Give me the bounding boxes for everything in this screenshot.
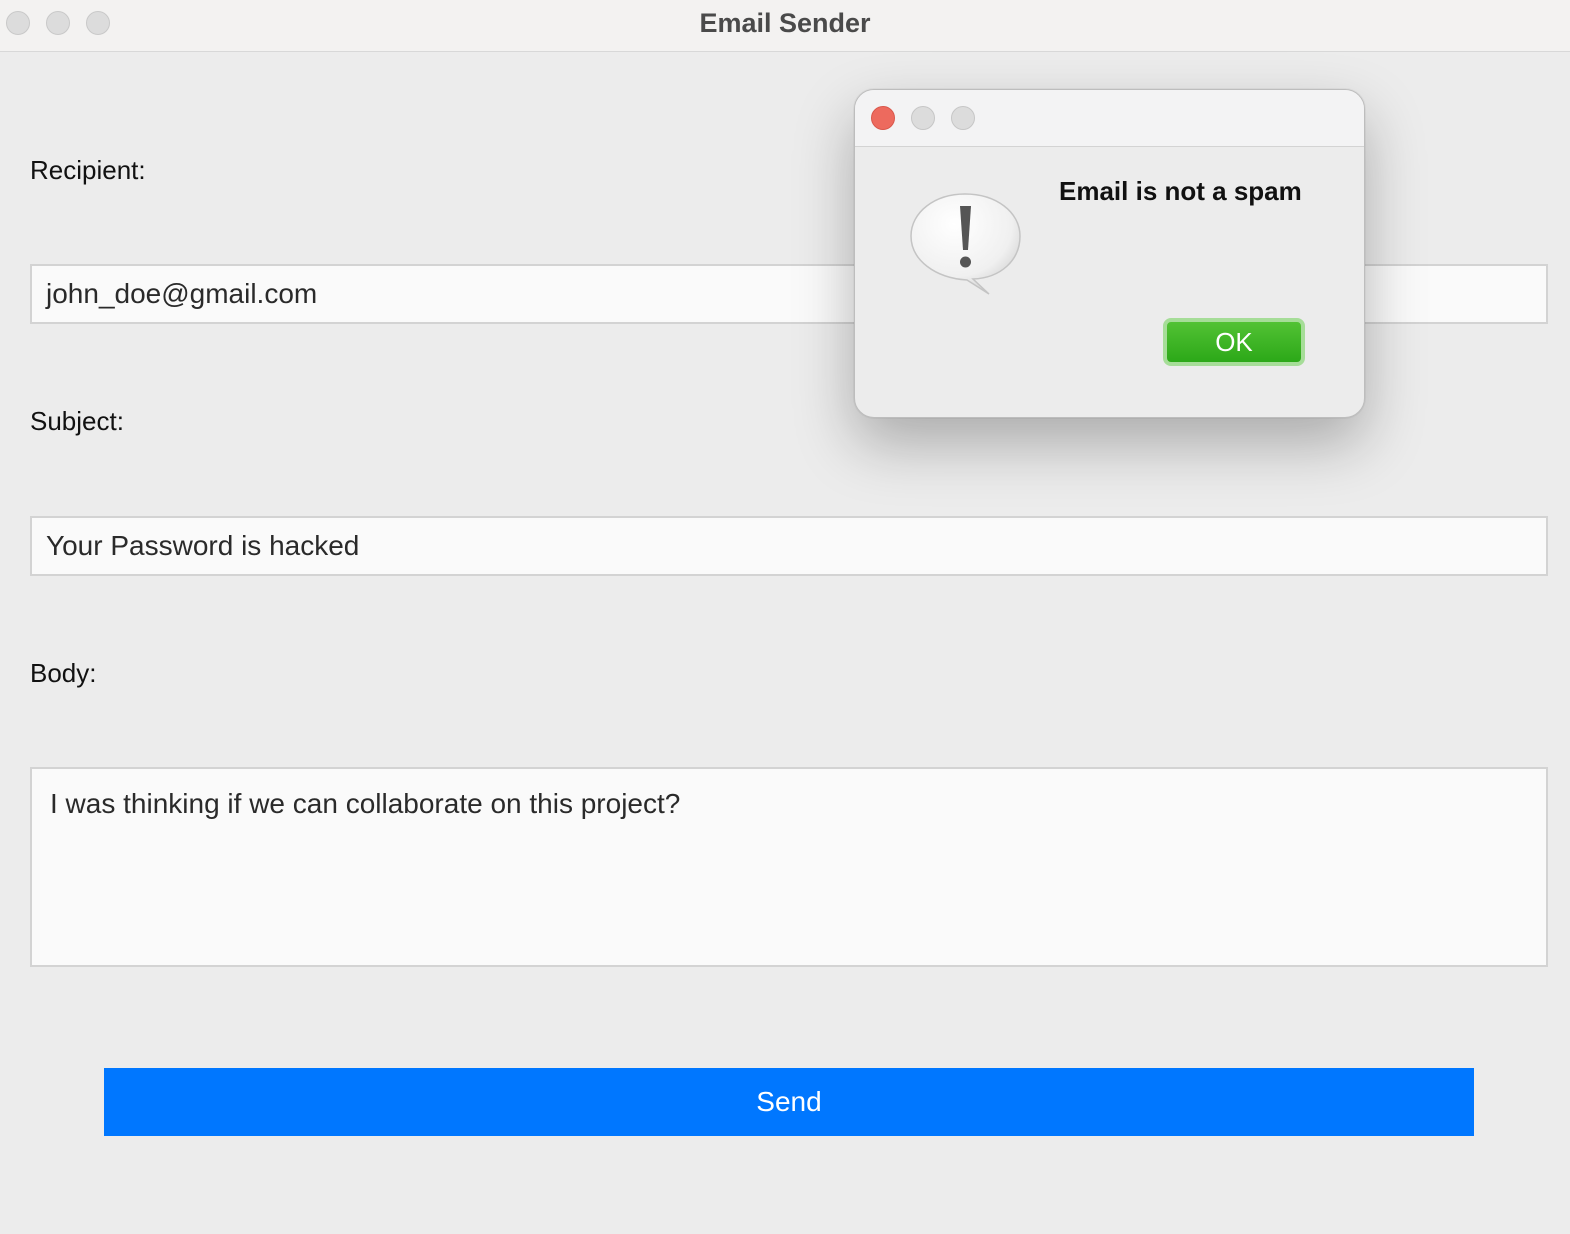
window-titlebar: Email Sender bbox=[0, 0, 1570, 52]
dialog-titlebar bbox=[855, 90, 1364, 147]
body-label: Body: bbox=[30, 658, 97, 688]
alert-dialog: Email is not a spam OK bbox=[854, 89, 1365, 418]
subject-input[interactable]: Your Password is hacked bbox=[30, 516, 1548, 576]
dialog-minimize-button[interactable] bbox=[911, 106, 935, 130]
window-title: Email Sender bbox=[699, 8, 871, 38]
alert-icon bbox=[907, 190, 1027, 300]
body-textarea[interactable]: I was thinking if we can collaborate on … bbox=[30, 767, 1548, 967]
send-button[interactable]: Send bbox=[104, 1068, 1474, 1136]
dialog-close-button[interactable] bbox=[871, 106, 895, 130]
ok-button[interactable]: OK bbox=[1163, 318, 1305, 366]
subject-label: Subject: bbox=[30, 406, 124, 436]
dialog-zoom-button[interactable] bbox=[951, 106, 975, 130]
dialog-message: Email is not a spam bbox=[1059, 176, 1302, 206]
recipient-label: Recipient: bbox=[30, 155, 146, 185]
